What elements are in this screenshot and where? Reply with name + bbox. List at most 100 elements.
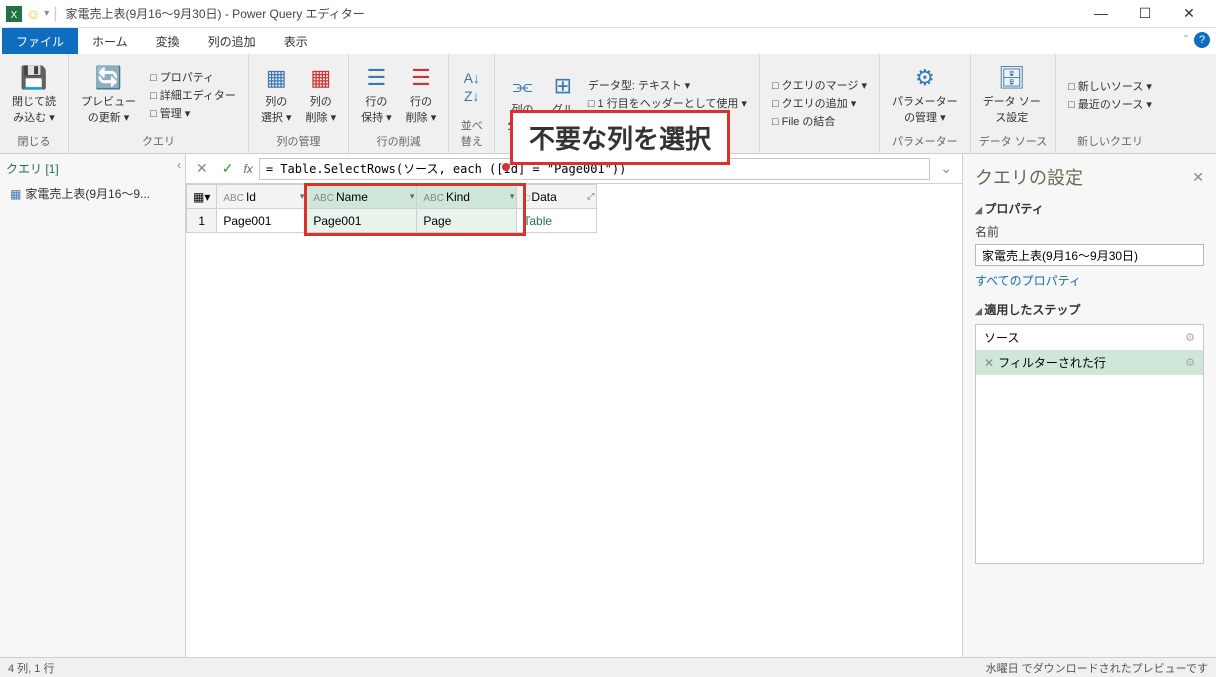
recent-sources-button[interactable]: □ 最近のソース ▾: [1068, 96, 1152, 112]
col-header-kind[interactable]: ABCKind▾: [417, 185, 517, 209]
callout-box: 不要な列を選択: [510, 110, 730, 165]
status-left: 4 列, 1 行: [8, 660, 54, 676]
formula-expand-icon[interactable]: ⌄: [936, 160, 956, 177]
group-label-combine: [768, 147, 871, 149]
group-label-nq: 新しいクエリ: [1064, 131, 1156, 149]
tab-transform[interactable]: 変換: [142, 28, 194, 54]
settings-close-icon[interactable]: ✕: [1192, 169, 1204, 186]
data-table[interactable]: ▦▾ ABCId▾ ABCName▾ ABCKind▾ □Data⤢ 1 Pag…: [186, 184, 597, 233]
formula-cancel-icon[interactable]: ✕: [192, 160, 212, 177]
choose-columns-button[interactable]: ▦列の 選択 ▾: [257, 58, 296, 131]
gear-icon[interactable]: ⚙: [1185, 356, 1195, 369]
col-header-data[interactable]: □Data⤢: [517, 185, 597, 209]
new-source-button[interactable]: □ 新しいソース ▾: [1068, 78, 1152, 94]
settings-header: クエリの設定 ✕: [975, 164, 1204, 190]
manage-parameters-button[interactable]: ⚙パラメーター の管理 ▾: [888, 58, 962, 131]
row-number[interactable]: 1: [187, 209, 217, 233]
app-icons: X ☺ ▾ |: [6, 5, 57, 23]
corner-cell[interactable]: ▦▾: [187, 185, 217, 209]
status-right: 水曜日 でダウンロードされたプレビューです: [986, 660, 1208, 676]
close-and-load-button[interactable]: 💾閉じて読 み込む ▾: [8, 58, 60, 131]
merge-queries-button[interactable]: □ クエリのマージ ▾: [772, 77, 867, 93]
formula-confirm-icon[interactable]: ✓: [218, 160, 238, 177]
window-buttons: — ☐ ✕: [1088, 5, 1202, 22]
remove-columns-button[interactable]: ▦列の 削除 ▾: [302, 58, 341, 131]
group-label-cols: 列の管理: [257, 131, 340, 149]
ribbon-group-query: 🔄プレビュー の更新 ▾ □ プロパティ □ 詳細エディター □ 管理 ▾ クエ…: [69, 54, 249, 153]
step-item[interactable]: ✕フィルターされた行 ⚙: [976, 350, 1203, 375]
tab-home[interactable]: ホーム: [78, 28, 142, 54]
query-item-label: 家電売上表(9月16～9...: [25, 185, 150, 202]
cell-kind[interactable]: Page: [417, 209, 517, 233]
ribbon-group-parameters: ⚙パラメーター の管理 ▾ パラメーター: [880, 54, 971, 153]
col-expand-icon[interactable]: ⤢: [587, 191, 594, 202]
col-filter-icon[interactable]: ▾: [510, 191, 515, 202]
svg-text:X: X: [11, 10, 18, 21]
ribbon-group-rows: ☰行の 保持 ▾ ☰行の 削除 ▾ 行の削減: [349, 54, 449, 153]
step-item[interactable]: ソース ⚙: [976, 325, 1203, 350]
group-label-close: 閉じる: [8, 131, 60, 149]
settings-title: クエリの設定: [975, 164, 1083, 190]
ribbon-group-newquery: □ 新しいソース ▾ □ 最近のソース ▾ 新しいクエリ: [1056, 54, 1164, 153]
first-row-headers-button[interactable]: □ 1 行目をヘッダーとして使用 ▾: [588, 95, 747, 111]
group-label-query: クエリ: [77, 131, 240, 149]
col-header-id[interactable]: ABCId▾: [217, 185, 307, 209]
properties-button[interactable]: □ プロパティ: [150, 69, 236, 85]
refresh-preview-button[interactable]: 🔄プレビュー の更新 ▾: [77, 58, 140, 131]
col-filter-icon[interactable]: ▾: [300, 191, 305, 202]
query-settings-pane: クエリの設定 ✕ プロパティ 名前 すべてのプロパティ 適用したステップ ソース…: [962, 154, 1216, 657]
query-name-input[interactable]: [975, 244, 1204, 266]
main-area: ✕ ✓ fx ⌄ ▦▾ ABCId▾ ABCName▾ ABCKind▾ □Da…: [186, 154, 962, 657]
datatype-button[interactable]: データ型: テキスト ▾: [588, 77, 747, 93]
advanced-editor-button[interactable]: □ 詳細エディター: [150, 87, 236, 103]
cell-id[interactable]: Page001: [217, 209, 307, 233]
step-label: ソース: [984, 331, 1019, 345]
steps-title[interactable]: 適用したステップ: [975, 301, 1204, 318]
title-bar: X ☺ ▾ | 家電売上表(9月16～9月30日) - Power Query …: [0, 0, 1216, 28]
remove-rows-button[interactable]: ☰行の 削除 ▾: [402, 58, 441, 131]
query-item[interactable]: ▦ 家電売上表(9月16～9...: [6, 183, 179, 204]
qat-dropdown-icon[interactable]: ▾: [44, 8, 49, 19]
queries-pane: ‹ クエリ [1] ▦ 家電売上表(9月16～9...: [0, 154, 186, 657]
table-row[interactable]: 1 Page001 Page001 Page Table: [187, 209, 597, 233]
data-grid: ▦▾ ABCId▾ ABCName▾ ABCKind▾ □Data⤢ 1 Pag…: [186, 184, 962, 233]
step-delete-icon[interactable]: ✕: [984, 356, 994, 370]
tab-addcolumn[interactable]: 列の追加: [194, 28, 270, 54]
ribbon-collapse-icon[interactable]: ˆ: [1184, 33, 1188, 47]
query-links: □ プロパティ □ 詳細エディター □ 管理 ▾: [146, 58, 240, 131]
properties-section: プロパティ 名前 すべてのプロパティ: [975, 200, 1204, 289]
queries-collapse-icon[interactable]: ‹: [177, 158, 181, 172]
sort-desc-button[interactable]: Z↓: [464, 88, 480, 104]
sort-asc-button[interactable]: A↓: [464, 70, 480, 86]
tab-view[interactable]: 表示: [270, 28, 322, 54]
applied-steps-section: 適用したステップ ソース ⚙ ✕フィルターされた行 ⚙: [975, 301, 1204, 564]
newquery-links: □ 新しいソース ▾ □ 最近のソース ▾: [1064, 58, 1156, 131]
window-title: 家電売上表(9月16～9月30日) - Power Query エディター: [65, 5, 1088, 22]
group-label-rows: 行の削減: [357, 131, 440, 149]
maximize-button[interactable]: ☐: [1132, 5, 1158, 22]
col-filter-icon[interactable]: ▾: [410, 191, 415, 202]
tab-file[interactable]: ファイル: [2, 28, 78, 54]
properties-title[interactable]: プロパティ: [975, 200, 1204, 217]
close-window-button[interactable]: ✕: [1176, 5, 1202, 22]
ribbon-tabs: ファイル ホーム 変換 列の追加 表示 ˆ ?: [0, 28, 1216, 54]
ribbon-group-close: 💾閉じて読 み込む ▾ 閉じる: [0, 54, 69, 153]
ribbon-group-combine: □ クエリのマージ ▾ □ クエリの追加 ▾ □ File の結合: [760, 54, 880, 153]
manage-button[interactable]: □ 管理 ▾: [150, 105, 236, 121]
datasource-settings-button[interactable]: 🗄データ ソー ス設定: [979, 58, 1045, 131]
cell-data[interactable]: Table: [517, 209, 597, 233]
keep-rows-button[interactable]: ☰行の 保持 ▾: [357, 58, 396, 131]
append-queries-button[interactable]: □ クエリの追加 ▾: [772, 95, 867, 111]
combine-files-button[interactable]: □ File の結合: [772, 113, 867, 129]
group-label-sort: 並べ替え: [457, 115, 486, 149]
minimize-button[interactable]: —: [1088, 5, 1114, 22]
ribbon-group-sort: A↓ Z↓ 並べ替え: [449, 54, 495, 153]
name-label: 名前: [975, 223, 1204, 240]
cell-name[interactable]: Page001: [307, 209, 417, 233]
col-header-name[interactable]: ABCName▾: [307, 185, 417, 209]
all-properties-link[interactable]: すべてのプロパティ: [975, 272, 1204, 289]
combine-links: □ クエリのマージ ▾ □ クエリの追加 ▾ □ File の結合: [768, 58, 871, 147]
help-icon[interactable]: ?: [1194, 32, 1210, 48]
gear-icon[interactable]: ⚙: [1185, 331, 1195, 344]
table-icon: ▦: [10, 187, 21, 201]
